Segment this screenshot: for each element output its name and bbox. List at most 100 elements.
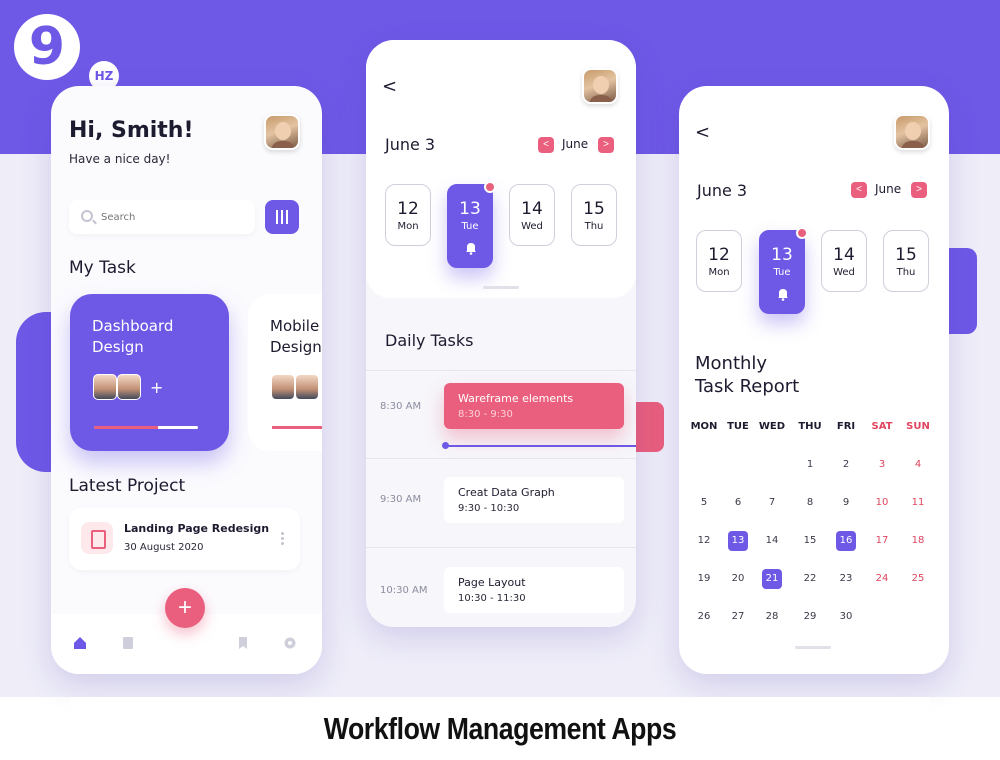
task-progress [272,426,322,429]
calendar-day[interactable]: 23 [836,569,856,589]
calendar-day[interactable]: 15 [800,531,820,551]
filter-button[interactable] [265,200,299,234]
task-item[interactable]: Page Layout 10:30 - 11:30 [444,567,624,613]
calendar-day[interactable]: 29 [800,607,820,627]
task-card-dashboard[interactable]: Dashboard Design + [70,294,229,451]
calendar-day[interactable]: 5 [694,493,714,513]
time-label: 8:30 AM [380,401,422,412]
weekday-label: FRI [836,421,856,432]
latest-project-title: Latest Project [69,476,186,496]
task-item[interactable]: Creat Data Graph 9:30 - 10:30 [444,477,624,523]
day-card[interactable]: 14 Wed [509,184,555,246]
calendar-day[interactable]: 22 [800,569,820,589]
day-card-selected[interactable]: 13 Tue [447,181,496,268]
task-card-title: Dashboard Design [92,317,174,356]
gear-icon[interactable] [283,636,297,650]
bookmark-icon[interactable] [236,636,250,650]
task-time: 10:30 - 11:30 [458,593,526,604]
calendar-day[interactable]: 24 [872,569,892,589]
my-task-title: My Task [69,258,136,278]
add-member-button[interactable]: + [150,378,163,397]
back-button[interactable]: < [695,122,710,143]
avatar[interactable] [264,114,300,150]
day-name: Mon [708,267,730,278]
calendar-day[interactable]: 28 [762,607,782,627]
home-icon[interactable] [73,636,87,650]
time-label: 9:30 AM [380,494,422,505]
task-title: Wareframe elements [458,392,574,405]
filter-icon [276,210,278,224]
greeting-subtitle: Have a nice day! [69,152,171,166]
task-title: Creat Data Graph [458,486,555,499]
next-month-button[interactable]: > [911,182,927,198]
weekday-label: SAT [871,421,893,432]
day-number: 13 [771,245,793,265]
prev-month-button[interactable]: < [851,182,867,198]
calendar-day[interactable]: 21 [762,569,782,589]
project-card[interactable]: Landing Page Redesign 30 August 2020 [69,508,300,570]
member-avatar [295,374,319,400]
day-card-selected[interactable]: 13 Tue [759,227,808,314]
calendar-day[interactable]: 4 [908,455,928,475]
more-options-icon[interactable] [281,532,284,546]
day-name: Mon [397,221,419,232]
day-number: 15 [583,199,605,219]
notification-dot [796,227,808,239]
add-button[interactable]: + [165,588,205,628]
day-number: 15 [895,245,917,265]
day-card[interactable]: 12 Mon [696,230,742,292]
prev-month-button[interactable]: < [538,137,554,153]
calendar-day[interactable]: 9 [836,493,856,513]
phone-monthly-report: < June 3 < June > 12 Mon 13 Tue 14 Wed 1… [679,86,949,674]
day-card[interactable]: 12 Mon [385,184,431,246]
calendar-day[interactable]: 6 [728,493,748,513]
weekday-label: SUN [906,421,930,432]
avatar[interactable] [582,68,618,104]
weekday-label: MON [690,421,718,432]
calendar-day[interactable]: 20 [728,569,748,589]
calendar-day[interactable]: 17 [872,531,892,551]
task-card-mobile[interactable]: Mobile Design [248,294,322,451]
calendar-day[interactable]: 7 [762,493,782,513]
search-input[interactable] [101,208,241,226]
calendar-day[interactable]: 13 [728,531,748,551]
calendar-day[interactable]: 11 [908,493,928,513]
bell-icon [466,243,476,255]
calendar-day[interactable]: 30 [836,607,856,627]
greeting-title: Hi, Smith! [69,118,194,143]
calendar-day[interactable]: 16 [836,531,856,551]
calendar-day[interactable]: 27 [728,607,748,627]
calendar-day[interactable]: 8 [800,493,820,513]
calendar-day[interactable]: 26 [694,607,714,627]
day-number: 13 [459,199,481,219]
calendar-day[interactable]: 18 [908,531,928,551]
drag-handle[interactable] [795,646,831,649]
search-bar[interactable] [69,200,255,234]
calendar-day[interactable]: 3 [872,455,892,475]
back-button[interactable]: < [382,76,397,97]
drag-handle[interactable] [483,286,519,289]
calendar-day[interactable]: 12 [694,531,714,551]
day-card[interactable]: 14 Wed [821,230,867,292]
document-icon [81,522,113,554]
calendar-day[interactable]: 2 [836,455,856,475]
day-number: 14 [521,199,543,219]
calendar-day[interactable]: 10 [872,493,892,513]
day-card[interactable]: 15 Thu [883,230,929,292]
day-name: Tue [773,267,791,278]
weekday-label: THU [798,421,822,432]
day-card[interactable]: 15 Thu [571,184,617,246]
next-month-button[interactable]: > [598,137,614,153]
calendar-day[interactable]: 19 [694,569,714,589]
calendar-day[interactable]: 14 [762,531,782,551]
task-progress-fill [94,426,159,429]
avatar[interactable] [894,114,930,150]
calendar-day[interactable]: 25 [908,569,928,589]
member-avatar [93,374,117,400]
page-caption: Workflow Management Apps [70,697,930,760]
day-name: Thu [584,221,604,232]
calendar-day[interactable]: 1 [800,455,820,475]
document-icon[interactable] [121,636,135,650]
task-item-active[interactable]: Wareframe elements 8:30 - 9:30 [444,383,624,429]
month-label: June [562,137,589,151]
